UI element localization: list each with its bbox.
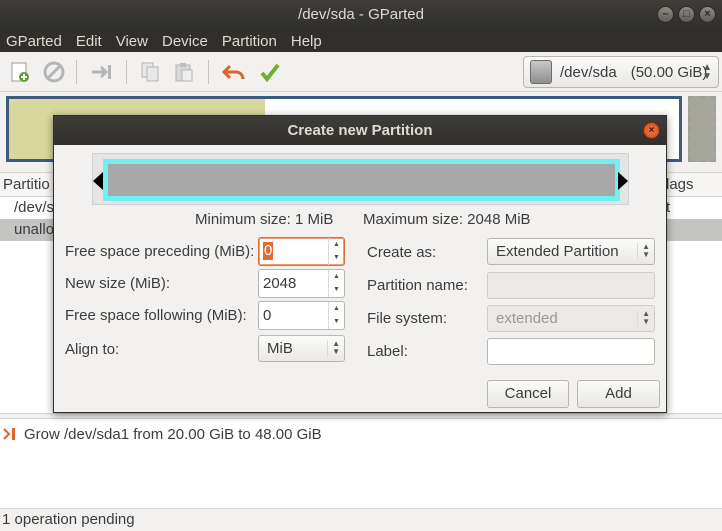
label-field-label: Label: (367, 343, 408, 360)
maximum-size-label: Maximum size: 2048 MiB (363, 211, 531, 228)
resize-right-handle-icon[interactable] (618, 172, 628, 190)
menu-gparted[interactable]: GParted (0, 33, 68, 50)
column-partition[interactable]: Partitio (3, 176, 50, 193)
new-size-value[interactable]: 2048 (263, 275, 296, 292)
resize-move-icon[interactable] (90, 60, 114, 84)
device-selector[interactable]: /dev/sda (50.00 GiB) ▲ ▼ (523, 56, 719, 88)
copy-icon[interactable] (138, 60, 162, 84)
resize-operation-icon (2, 426, 18, 442)
status-text: 1 operation pending (2, 511, 135, 528)
close-button[interactable]: × (699, 6, 716, 23)
menu-partition[interactable]: Partition (216, 33, 283, 50)
paste-icon[interactable] (172, 60, 196, 84)
add-button[interactable]: Add (577, 380, 660, 408)
align-to-value: MiB (267, 340, 293, 357)
free-space-preceding-value[interactable]: 0 (263, 242, 274, 260)
spin-up-icon[interactable]: ▲ (329, 270, 344, 283)
chevron-updown-icon: ▲ ▼ (637, 310, 650, 326)
dialog-titlebar: Create new Partition × (54, 116, 666, 145)
minimize-button[interactable]: – (657, 6, 674, 23)
window-buttons: – □ × (657, 6, 716, 23)
maximize-button[interactable]: □ (678, 6, 695, 23)
label-field[interactable] (487, 338, 655, 365)
minimum-size-label: Minimum size: 1 MiB (195, 211, 334, 228)
toolbar-separator (208, 60, 209, 84)
create-as-dropdown[interactable]: Extended Partition ▲ ▼ (487, 238, 655, 265)
resize-left-handle-icon[interactable] (93, 172, 103, 190)
menu-help[interactable]: Help (285, 33, 328, 50)
window-titlebar: /dev/sda - GParted – □ × (0, 0, 722, 30)
file-system-label: File system: (367, 310, 448, 327)
status-bar: 1 operation pending (0, 508, 722, 530)
partition-size-map[interactable] (92, 153, 629, 205)
device-name: /dev/sda (560, 63, 617, 81)
new-size-spinner[interactable]: 2048 ▲ ▼ (258, 269, 345, 298)
column-flags[interactable]: lags (666, 173, 694, 197)
align-to-dropdown[interactable]: MiB ▲ ▼ (258, 335, 345, 362)
cancel-button[interactable]: Cancel (487, 380, 569, 408)
menu-view[interactable]: View (110, 33, 154, 50)
menu-edit[interactable]: Edit (70, 33, 108, 50)
spin-up-icon[interactable]: ▲ (329, 238, 344, 251)
create-as-label: Create as: (367, 244, 437, 261)
operation-text: Grow /dev/sda1 from 20.00 GiB to 48.00 G… (24, 425, 322, 443)
chevron-updown-icon: ▲ ▼ (327, 340, 340, 356)
spin-down-icon[interactable]: ▼ (329, 283, 344, 296)
device-size: (50.00 GiB) (630, 63, 708, 81)
new-size-label: New size (MiB): (65, 275, 171, 292)
dialog-title: Create new Partition (287, 122, 433, 139)
window-title: /dev/sda - GParted (298, 6, 424, 23)
file-system-dropdown[interactable]: extended ▲ ▼ (487, 305, 655, 332)
dialog-close-icon[interactable]: × (643, 122, 660, 139)
create-partition-dialog: Create new Partition × Minimum size: 1 M… (53, 115, 667, 413)
undo-icon[interactable] (222, 60, 246, 84)
spin-down-icon[interactable]: ▼ (329, 315, 344, 328)
create-as-value: Extended Partition (496, 243, 619, 260)
chevron-updown-icon: ▲ ▼ (637, 243, 650, 259)
operations-pane: Grow /dev/sda1 from 20.00 GiB to 48.00 G… (0, 418, 722, 508)
file-system-value: extended (496, 310, 558, 327)
toolbar-separator (76, 60, 77, 84)
menubar: GParted Edit View Device Partition Help (0, 30, 722, 52)
spin-down-icon[interactable]: ▼ (329, 251, 344, 264)
chevron-updown-icon: ▲ ▼ (702, 62, 712, 82)
operation-item[interactable]: Grow /dev/sda1 from 20.00 GiB to 48.00 G… (2, 423, 322, 445)
partition-name-field[interactable] (487, 272, 655, 299)
delete-icon[interactable] (42, 60, 66, 84)
free-space-following-label: Free space following (MiB): (65, 307, 247, 324)
toolbar-separator (126, 60, 127, 84)
disk-map-unallocated[interactable] (688, 96, 716, 162)
new-partition-bar[interactable] (103, 159, 620, 201)
free-space-preceding-label: Free space preceding (MiB): (65, 243, 255, 260)
partition-name: /dev/s (14, 199, 55, 216)
menu-device[interactable]: Device (156, 33, 214, 50)
partition-name: unallo (14, 221, 55, 238)
partition-name-label: Partition name: (367, 277, 468, 294)
apply-icon[interactable] (258, 60, 282, 84)
free-space-preceding-spinner[interactable]: 0 ▲ ▼ (258, 237, 345, 266)
free-space-following-value[interactable]: 0 (263, 307, 271, 324)
align-to-label: Align to: (65, 341, 120, 358)
free-space-following-spinner[interactable]: 0 ▲ ▼ (258, 301, 345, 330)
spin-up-icon[interactable]: ▲ (329, 302, 344, 315)
new-partition-icon[interactable] (8, 60, 32, 84)
hard-disk-icon (530, 60, 552, 84)
